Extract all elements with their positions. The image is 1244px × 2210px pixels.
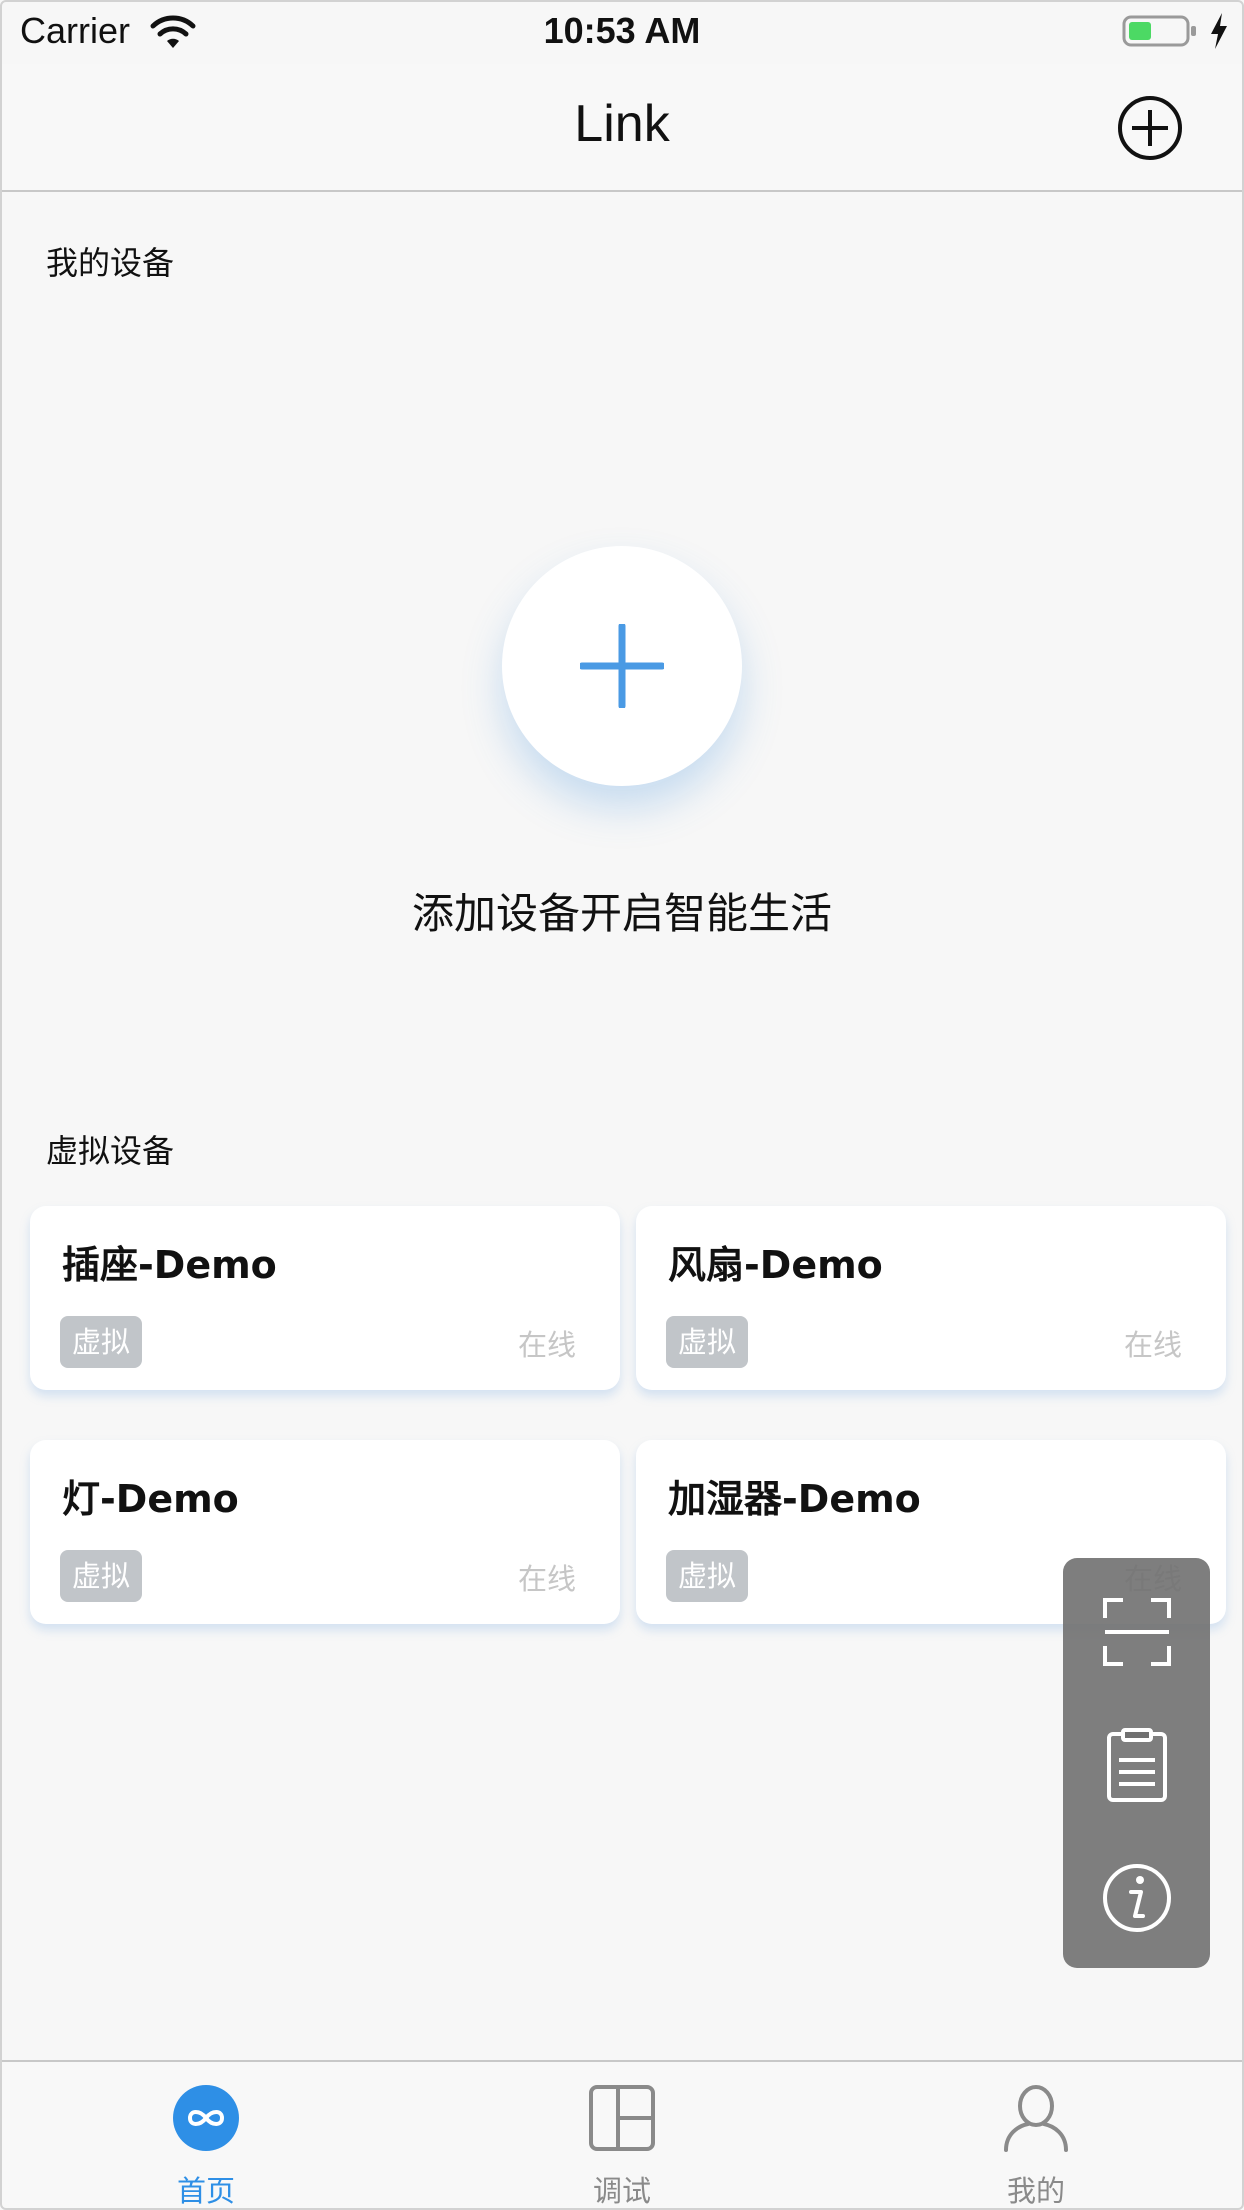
page-title: Link (574, 95, 670, 153)
virtual-badge: 虚拟 (666, 1316, 748, 1368)
online-status: 在线 (1123, 1328, 1182, 1362)
device-name: 风扇-Demo (668, 1243, 883, 1287)
my-devices-title: 我的设备 (46, 244, 175, 282)
online-status: 在线 (517, 1562, 576, 1596)
circle-plus-icon[interactable] (1116, 94, 1184, 162)
virtual-badge: 虚拟 (60, 1550, 142, 1602)
clipboard-icon[interactable] (1099, 1728, 1175, 1804)
virtual-badge: 虚拟 (666, 1550, 748, 1602)
plus-icon (580, 624, 664, 708)
tab-label: 首页 (176, 2174, 235, 2208)
device-card-socket[interactable]: 插座-Demo 虚拟 在线 (30, 1206, 620, 1390)
status-time: 10:53 AM (543, 10, 701, 51)
virtual-devices-title: 虚拟设备 (46, 1132, 175, 1170)
person-icon (1004, 2085, 1068, 2152)
tab-label: 调试 (592, 2174, 651, 2208)
tab-home[interactable]: 首页 (56, 2062, 356, 2210)
add-device-hint: 添加设备开启智能生活 (411, 889, 832, 938)
device-name: 灯-Demo (62, 1477, 239, 1521)
tab-debug[interactable]: 调试 (472, 2062, 772, 2210)
device-name: 加湿器-Demo (668, 1477, 921, 1521)
virtual-badge: 虚拟 (60, 1316, 142, 1368)
scan-icon[interactable] (1099, 1594, 1175, 1670)
tab-label: 我的 (1006, 2174, 1065, 2208)
floating-tool-panel (1063, 1558, 1210, 1968)
charging-icon (1211, 13, 1227, 49)
add-device-button[interactable] (502, 546, 742, 786)
device-card-light[interactable]: 灯-Demo 虚拟 在线 (30, 1440, 620, 1624)
nav-bar: Link (0, 64, 1244, 192)
device-card-fan[interactable]: 风扇-Demo 虚拟 在线 (636, 1206, 1226, 1390)
device-name: 插座-Demo (62, 1243, 277, 1287)
tab-profile[interactable]: 我的 (886, 2062, 1186, 2210)
battery-icon (1122, 15, 1196, 47)
debug-panel-icon (589, 2085, 655, 2151)
info-icon[interactable] (1099, 1860, 1175, 1936)
infinity-icon (173, 2085, 239, 2151)
status-bar: Carrier 10:53 AM (0, 0, 1244, 64)
online-status: 在线 (517, 1328, 576, 1362)
window-frame (0, 0, 1244, 2210)
tab-bar: 首页 调试 我的 (0, 2060, 1244, 2210)
